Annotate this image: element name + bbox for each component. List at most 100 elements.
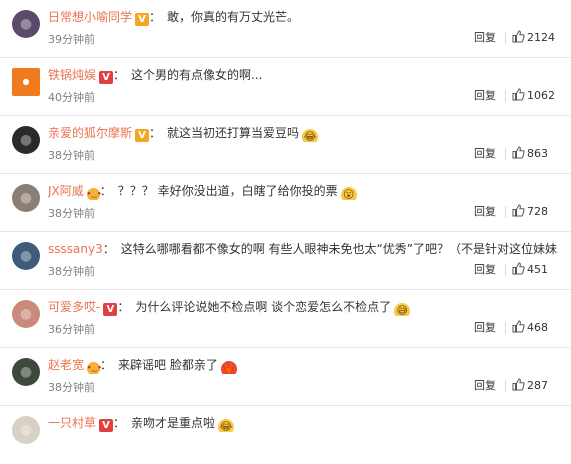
comment-text: 就这当初还打算当爱豆吗 xyxy=(167,126,300,140)
comment-text: 来辟谣吧 脸都亲了 xyxy=(118,358,218,372)
colon-separator: ： xyxy=(149,10,162,24)
avatar[interactable]: ● xyxy=(12,10,40,38)
comment-text: 这个男的有点像女的啊... xyxy=(131,68,263,82)
like-button[interactable]: 287 xyxy=(512,378,548,394)
avatar[interactable]: ● xyxy=(12,68,40,96)
avatar-photo-icon: ● xyxy=(19,190,33,206)
like-button[interactable]: 451 xyxy=(512,262,548,278)
comment-time: 38分钟前 xyxy=(48,207,95,220)
comment-time: 40分钟前 xyxy=(48,91,95,104)
reply-button[interactable]: 回复 xyxy=(474,31,496,45)
comment-line: JX阿威 •‿•： ？？？ 幸好你没出道，白瞎了给你投的票 😮 xyxy=(48,182,568,200)
comment-line: 一只村草 V： 亲吻才是重点啦 😂 xyxy=(48,414,568,432)
like-count: 451 xyxy=(527,263,548,276)
comment-time: 38分钟前 xyxy=(48,149,95,162)
member-face-badge-icon: •‿• xyxy=(86,188,102,200)
username-link[interactable]: 可爱多哎- xyxy=(48,300,100,314)
comment-time: 38分钟前 xyxy=(48,381,95,394)
avatar-photo-icon: ● xyxy=(19,306,33,322)
avatar-photo-icon: ● xyxy=(19,132,33,148)
colon-separator: ： xyxy=(102,242,115,256)
thumbs-up-icon xyxy=(512,30,525,43)
comment-line: 可爱多哎- V： 为什么评论说她不检点啊 谈个恋爱怎么不检点了 😅 xyxy=(48,298,568,316)
like-button[interactable]: 1062 xyxy=(512,88,555,104)
colon-separator: ： xyxy=(100,358,113,372)
thumbs-up-icon xyxy=(512,146,525,159)
like-count: 287 xyxy=(527,379,548,392)
avatar[interactable]: ● xyxy=(12,242,40,270)
crab-icon: 🦀 xyxy=(220,361,237,374)
like-button[interactable]: 728 xyxy=(512,204,548,220)
thumbs-up-icon xyxy=(512,204,525,217)
username-link[interactable]: 铁锅炖娱 xyxy=(48,68,96,82)
avatar[interactable]: ● xyxy=(12,300,40,328)
like-count: 468 xyxy=(527,321,548,334)
thumbs-up-icon xyxy=(512,378,525,391)
comment-text: 为什么评论说她不检点啊 谈个恋爱怎么不检点了 xyxy=(135,300,392,314)
username-link[interactable]: 亲爱的狐尔摩斯 xyxy=(48,126,132,140)
comment-item: ● 铁锅炖娱 V： 这个男的有点像女的啊... 40分钟前 回复 1062 xyxy=(0,58,571,116)
like-count: 728 xyxy=(527,205,548,218)
action-divider xyxy=(505,264,506,276)
brand-logo-icon: ● xyxy=(22,77,30,86)
reply-button[interactable]: 回复 xyxy=(474,89,496,103)
avatar-photo-icon: ● xyxy=(19,422,33,438)
comment-text: 亲吻才是重点啦 xyxy=(131,416,216,430)
thumbs-up-icon xyxy=(512,88,525,101)
comment-time: 38分钟前 xyxy=(48,265,95,278)
like-count: 2124 xyxy=(527,31,555,44)
avatar-photo-icon: ● xyxy=(19,16,33,32)
like-button[interactable]: 863 xyxy=(512,146,548,162)
colon-separator: ： xyxy=(99,184,112,198)
sweat-smile-icon: 😅 xyxy=(394,303,411,316)
username-link[interactable]: 赵老宽 xyxy=(48,358,84,372)
colon-separator: ： xyxy=(149,126,162,140)
comment-time: 39分钟前 xyxy=(48,33,95,46)
comment-line: 亲爱的狐尔摩斯 V： 就这当初还打算当爱豆吗 😂 xyxy=(48,124,568,142)
thumbs-up-icon xyxy=(512,262,525,275)
comment-text: 敢，你真的有万丈光芒。 xyxy=(167,10,300,24)
member-face-badge-icon: •‿• xyxy=(87,362,102,374)
username-link[interactable]: ssssany3 xyxy=(48,242,103,256)
avatar-photo-icon: ● xyxy=(19,248,33,264)
avatar[interactable]: ● xyxy=(12,358,40,386)
avatar[interactable]: ● xyxy=(12,416,40,444)
avatar[interactable]: ● xyxy=(12,126,40,154)
comment-time: 36分钟前 xyxy=(48,323,95,336)
thumbs-up-icon xyxy=(512,320,525,333)
like-button[interactable]: 468 xyxy=(512,320,548,336)
like-count: 1062 xyxy=(527,89,555,102)
comment-text: 这特么哪哪看都不像女的啊 有些人眼神未免也太“优秀”了吧？（不是针对这位妹妹 xyxy=(120,242,557,256)
like-count: 863 xyxy=(527,147,548,160)
verified-badge-icon: V xyxy=(135,13,150,26)
comment-item: ● ssssany3： 这特么哪哪看都不像女的啊 有些人眼神未免也太“优秀”了吧？（… xyxy=(0,232,571,290)
username-link[interactable]: 一只村草 xyxy=(48,416,96,430)
comment-line: 赵老宽 •‿•： 来辟谣吧 脸都亲了 🦀 xyxy=(48,356,568,374)
verified-badge-icon: V xyxy=(99,419,114,432)
action-divider xyxy=(505,322,506,334)
laughing-crying-icon: 😂 xyxy=(302,129,319,142)
comment-line: 铁锅炖娱 V： 这个男的有点像女的啊... xyxy=(48,66,568,84)
comment-item: ● 赵老宽 •‿•： 来辟谣吧 脸都亲了 🦀 38分钟前 回复 287 xyxy=(0,348,571,406)
comment-text: ？？？ 幸好你没出道，白瞎了给你投的票 xyxy=(117,184,338,198)
reply-button[interactable]: 回复 xyxy=(474,379,496,393)
comment-item: ● 亲爱的狐尔摩斯 V： 就这当初还打算当爱豆吗 😂 38分钟前 回复 863 xyxy=(0,116,571,174)
avatar[interactable]: ● xyxy=(12,184,40,212)
reply-button[interactable]: 回复 xyxy=(474,147,496,161)
action-divider xyxy=(505,90,506,102)
comment-line: ssssany3： 这特么哪哪看都不像女的啊 有些人眼神未免也太“优秀”了吧？（不… xyxy=(48,240,568,258)
username-link[interactable]: JX阿威 xyxy=(48,184,84,198)
comment-item: ● JX阿威 •‿•： ？？？ 幸好你没出道，白瞎了给你投的票 😮 38分钟前 回复 728 xyxy=(0,174,571,232)
reply-button[interactable]: 回复 xyxy=(474,321,496,335)
comment-item: ● 可爱多哎- V： 为什么评论说她不检点啊 谈个恋爱怎么不检点了 😅 36分钟前 回复 46… xyxy=(0,290,571,348)
reply-button[interactable]: 回复 xyxy=(474,263,496,277)
verified-badge-icon: V xyxy=(103,303,118,316)
like-button[interactable]: 2124 xyxy=(512,30,555,46)
action-divider xyxy=(505,206,506,218)
reply-button[interactable]: 回复 xyxy=(474,205,496,219)
username-link[interactable]: 日常想小喻同学 xyxy=(48,10,132,24)
action-divider xyxy=(505,148,506,160)
verified-badge-icon: V xyxy=(99,71,114,84)
colon-separator: ： xyxy=(113,68,126,82)
shocked-icon: 😮 xyxy=(340,187,357,200)
